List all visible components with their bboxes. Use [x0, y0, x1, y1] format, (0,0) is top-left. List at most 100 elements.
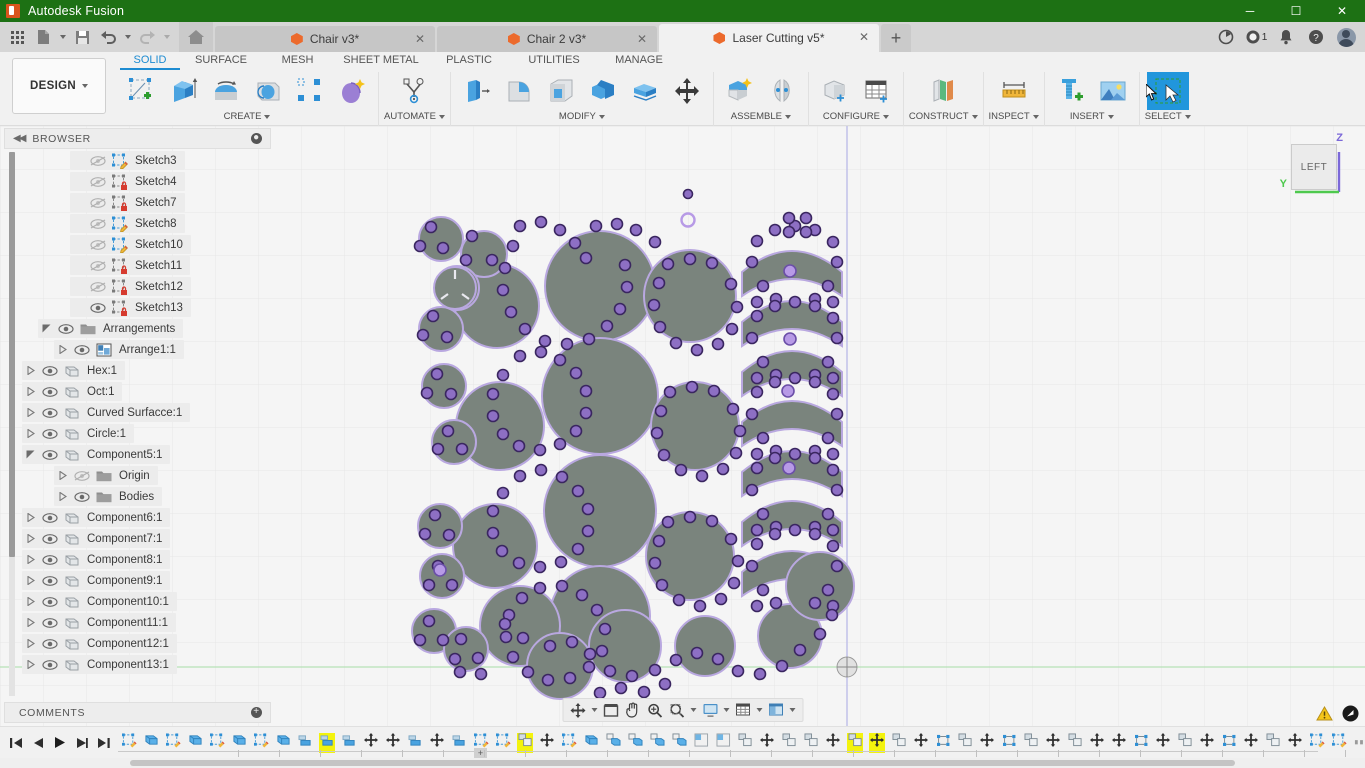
browser-item-oct-1[interactable]: Oct:1: [0, 381, 275, 402]
visibility-toggle-icon[interactable]: [87, 302, 109, 314]
close-button[interactable]: ✕: [1319, 0, 1365, 22]
visibility-toggle-icon[interactable]: [87, 176, 109, 188]
browser-item-arrangements[interactable]: Arrangements: [0, 318, 275, 339]
undo-dropdown[interactable]: [121, 24, 134, 50]
fillet-icon[interactable]: [498, 72, 540, 110]
home-icon[interactable]: [179, 22, 213, 52]
form-icon[interactable]: [331, 72, 373, 110]
browser-item-sketch12[interactable]: Sketch12: [0, 276, 275, 297]
app-grid-icon[interactable]: [4, 24, 30, 50]
viewports-icon[interactable]: [765, 699, 787, 721]
expand-toggle[interactable]: [22, 555, 39, 564]
close-icon[interactable]: ✕: [859, 30, 869, 44]
insert-canvas-icon[interactable]: [1092, 72, 1134, 110]
timeline-feature-3[interactable]: [187, 733, 203, 753]
fit-view-icon[interactable]: [600, 699, 622, 721]
step-forward-icon[interactable]: [72, 730, 92, 756]
automate-generative-icon[interactable]: [393, 72, 435, 110]
ribbon-panel-label-construct[interactable]: CONSTRUCT: [909, 111, 978, 122]
visibility-toggle-icon[interactable]: [39, 449, 61, 461]
extrude-icon[interactable]: [163, 72, 205, 110]
grid-snaps-dropdown[interactable]: [754, 699, 765, 721]
document-tab-0[interactable]: Chair v3* ✕: [215, 26, 435, 52]
minimize-button[interactable]: ─: [1227, 0, 1273, 22]
visibility-toggle-icon[interactable]: [39, 596, 61, 608]
shell-icon[interactable]: [540, 72, 582, 110]
job-status-icon[interactable]: [1211, 22, 1241, 52]
browser-item-sketch4[interactable]: Sketch4: [0, 171, 275, 192]
expand-toggle[interactable]: [22, 576, 39, 585]
warning-triangle-icon[interactable]: [1316, 706, 1333, 721]
play-icon[interactable]: [50, 730, 70, 756]
measure-icon[interactable]: [993, 72, 1035, 110]
expand-toggle[interactable]: [22, 639, 39, 648]
construct-plane-icon[interactable]: [922, 72, 964, 110]
browser-item-arrange1-1[interactable]: Arrange1:1: [0, 339, 275, 360]
ribbon-tab-mesh[interactable]: MESH: [260, 54, 335, 68]
browser-item-component11-1[interactable]: Component11:1: [0, 612, 275, 633]
expand-toggle[interactable]: [54, 492, 71, 501]
ribbon-panel-label-configure[interactable]: CONFIGURE: [823, 111, 889, 122]
browser-item-component7-1[interactable]: Component7:1: [0, 528, 275, 549]
visibility-toggle-icon[interactable]: [87, 239, 109, 251]
visibility-toggle-icon[interactable]: [87, 155, 109, 167]
expand-toggle[interactable]: [22, 408, 39, 417]
visibility-toggle-icon[interactable]: [39, 617, 61, 629]
browser-item-component8-1[interactable]: Component8:1: [0, 549, 275, 570]
visibility-toggle-icon[interactable]: [39, 659, 61, 671]
configure-model-icon[interactable]: [814, 72, 856, 110]
timeline-feature-strip[interactable]: +: [114, 727, 1365, 759]
browser-item-curved-surfacce-1[interactable]: Curved Surfacce:1: [0, 402, 275, 423]
horizontal-scrollbar-thumb[interactable]: [130, 760, 1235, 766]
timeline-feature-0[interactable]: [121, 732, 137, 753]
expand-toggle[interactable]: [22, 618, 39, 627]
ribbon-tab-solid[interactable]: SOLID: [118, 54, 182, 70]
collapse-panel-icon[interactable]: ◀◀: [13, 133, 26, 144]
visibility-toggle-icon[interactable]: [55, 323, 77, 335]
visibility-toggle-icon[interactable]: [87, 260, 109, 272]
comments-panel-header[interactable]: COMMENTS +: [4, 702, 271, 723]
expand-toggle[interactable]: [38, 324, 55, 333]
configure-table-icon[interactable]: [856, 72, 898, 110]
offset-face-icon[interactable]: [624, 72, 666, 110]
visibility-toggle-icon[interactable]: [87, 218, 109, 230]
redo-dropdown[interactable]: [160, 24, 173, 50]
revolve-icon[interactable]: [205, 72, 247, 110]
pattern-icon[interactable]: [289, 72, 331, 110]
recent-activity-icon[interactable]: 1: [1241, 22, 1271, 52]
save-icon[interactable]: [69, 24, 95, 50]
ribbon-panel-label-insert[interactable]: INSERT: [1070, 111, 1114, 122]
browser-item-sketch7[interactable]: Sketch7: [0, 192, 275, 213]
display-settings-icon[interactable]: [699, 699, 721, 721]
new-component-icon[interactable]: [719, 72, 761, 110]
ribbon-tab-sheet-metal[interactable]: SHEET METAL: [335, 54, 427, 68]
display-settings-dropdown[interactable]: [721, 699, 732, 721]
visibility-toggle-icon[interactable]: [87, 197, 109, 209]
new-tab-button[interactable]: +: [881, 24, 911, 52]
timeline-feature-1[interactable]: [143, 733, 159, 753]
combine-icon[interactable]: [582, 72, 624, 110]
zoom-window-icon[interactable]: [666, 699, 688, 721]
visibility-toggle-icon[interactable]: [71, 344, 93, 356]
zoom-window-dropdown[interactable]: [688, 699, 699, 721]
horizontal-scrollbar[interactable]: [0, 758, 1365, 768]
orbit-icon[interactable]: [567, 699, 589, 721]
ribbon-tab-utilities[interactable]: UTILITIES: [511, 54, 597, 68]
help-icon[interactable]: ?: [1301, 22, 1331, 52]
pan-hand-icon[interactable]: [622, 699, 644, 721]
browser-item-component5-1[interactable]: Component5:1: [0, 444, 275, 465]
expand-toggle[interactable]: [22, 597, 39, 606]
browser-item-sketch13[interactable]: Sketch13: [0, 297, 275, 318]
notifications-bell-icon[interactable]: [1271, 22, 1301, 52]
visibility-toggle-icon[interactable]: [39, 428, 61, 440]
browser-item-sketch10[interactable]: Sketch10: [0, 234, 275, 255]
expand-toggle[interactable]: [22, 387, 39, 396]
zoom-magnifier-icon[interactable]: [644, 699, 666, 721]
expand-toggle[interactable]: [22, 534, 39, 543]
ribbon-tab-surface[interactable]: SURFACE: [182, 54, 260, 68]
timeline-feature-4[interactable]: [209, 732, 225, 753]
new-document-dropdown[interactable]: [56, 24, 69, 50]
insert-mcmaster-icon[interactable]: [1050, 72, 1092, 110]
visibility-toggle-icon[interactable]: [39, 575, 61, 587]
browser-item-hex-1[interactable]: Hex:1: [0, 360, 275, 381]
